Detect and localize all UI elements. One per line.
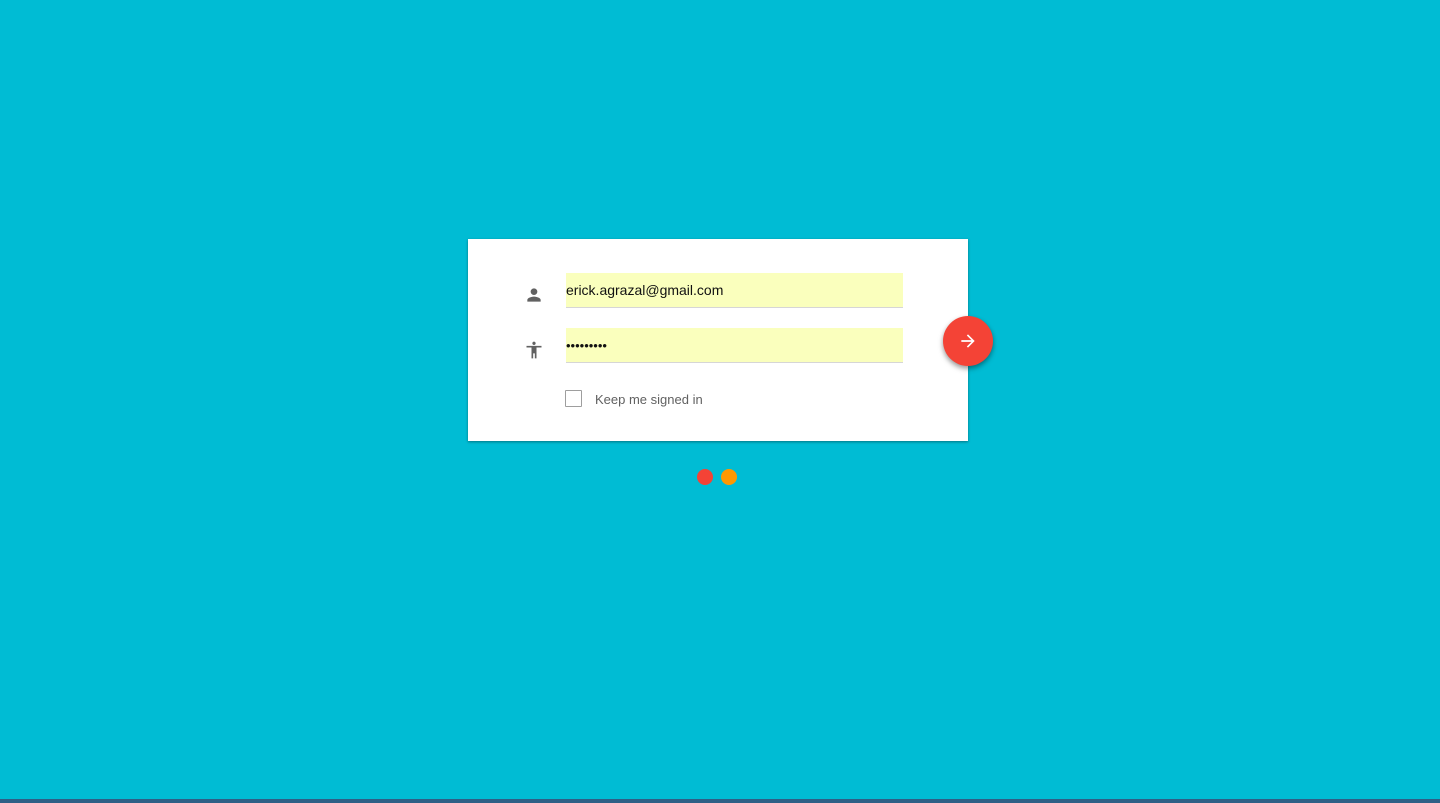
password-field[interactable] — [566, 328, 903, 362]
accessibility-icon — [524, 340, 544, 360]
email-field-container — [566, 273, 903, 308]
loading-dot — [697, 469, 713, 485]
loading-indicator — [697, 469, 737, 485]
keep-signed-in-label[interactable]: Keep me signed in — [595, 392, 703, 407]
sign-in-button[interactable] — [943, 316, 993, 366]
keep-signed-in-checkbox[interactable] — [565, 389, 582, 407]
email-field[interactable] — [566, 273, 903, 307]
arrow-forward-icon — [961, 334, 975, 348]
keep-signed-in-row[interactable]: Keep me signed in — [565, 389, 703, 407]
loading-dot — [721, 469, 737, 485]
password-field-container — [566, 328, 903, 363]
login-card: Keep me signed in — [468, 239, 968, 441]
bottom-edge — [0, 799, 1440, 803]
password-row — [468, 328, 968, 364]
email-row — [468, 273, 968, 309]
login-page: { "login": { "email_value": "erick.agraz… — [0, 0, 1440, 803]
person-icon — [524, 285, 544, 305]
